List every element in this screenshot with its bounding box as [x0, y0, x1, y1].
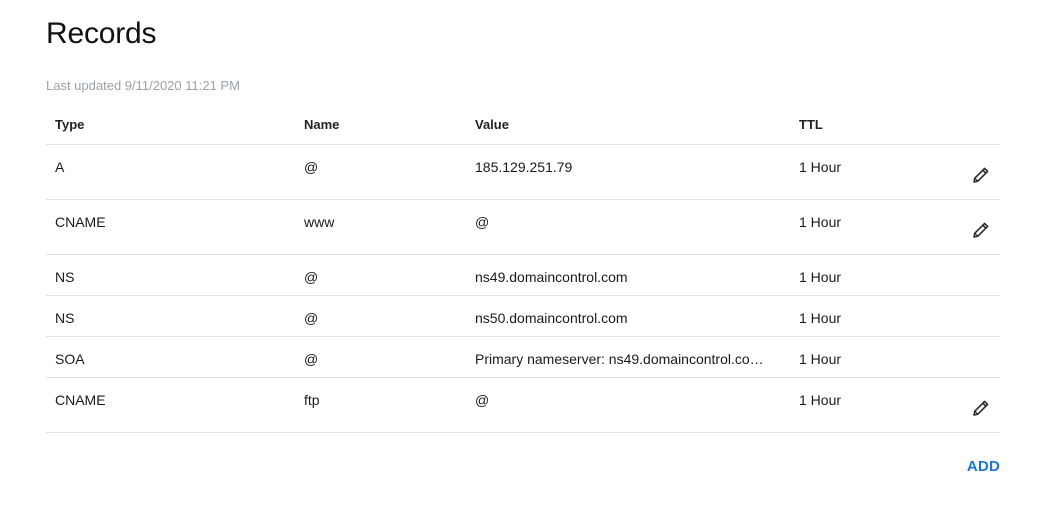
cell-name: @ [295, 254, 466, 296]
cell-name: @ [295, 336, 466, 378]
cell-name: ftp [295, 377, 466, 433]
cell-ttl: 1 Hour [790, 336, 940, 378]
record-type: A [55, 159, 65, 175]
record-value: ns50.domaincontrol.com [475, 310, 628, 326]
add-record-button[interactable]: ADD [967, 458, 1000, 475]
record-value: @ [475, 392, 490, 408]
record-name: www [304, 214, 335, 230]
cell-actions [940, 144, 1000, 200]
record-ttl: 1 Hour [799, 214, 842, 230]
column-header-name: Name [295, 104, 466, 145]
edit-record-button[interactable] [970, 164, 992, 186]
column-header-type: Type [46, 104, 295, 145]
record-ttl: 1 Hour [799, 159, 842, 175]
table-row: A @ 185.129.251.79 1 Hour [46, 144, 1000, 200]
cell-ttl: 1 Hour [790, 254, 940, 296]
record-type: NS [55, 269, 75, 285]
record-value: Primary nameserver: ns49.domaincontrol.c… [475, 351, 764, 367]
record-type: CNAME [55, 392, 106, 408]
table-row: NS @ ns50.domaincontrol.com 1 Hour [46, 295, 1000, 337]
record-ttl: 1 Hour [799, 310, 842, 326]
record-value: ns49.domaincontrol.com [475, 269, 628, 285]
table-header-row: Type Name Value TTL [46, 104, 1000, 145]
record-name: ftp [304, 392, 320, 408]
pencil-icon [973, 400, 989, 416]
cell-type: CNAME [46, 377, 295, 433]
cell-value: @ [466, 377, 790, 433]
cell-name: @ [295, 295, 466, 337]
edit-record-button[interactable] [970, 219, 992, 241]
column-header-value: Value [466, 104, 790, 145]
cell-type: SOA [46, 336, 295, 378]
cell-ttl: 1 Hour [790, 144, 940, 200]
record-type: CNAME [55, 214, 106, 230]
cell-ttl: 1 Hour [790, 199, 940, 255]
last-updated-text: Last updated 9/11/2020 11:21 PM [46, 78, 240, 93]
edit-record-button[interactable] [970, 397, 992, 419]
cell-ttl: 1 Hour [790, 295, 940, 337]
page-title: Records [46, 17, 157, 50]
cell-value: @ [466, 199, 790, 255]
cell-type: A [46, 144, 295, 200]
table-row: CNAME www @ 1 Hour [46, 199, 1000, 255]
cell-actions [940, 199, 1000, 255]
pencil-icon [973, 167, 989, 183]
cell-value: ns49.domaincontrol.com [466, 254, 790, 296]
record-value: 185.129.251.79 [475, 159, 573, 175]
cell-name: @ [295, 144, 466, 200]
cell-actions [940, 336, 1000, 378]
record-name: @ [304, 269, 319, 285]
cell-type: NS [46, 295, 295, 337]
record-ttl: 1 Hour [799, 269, 842, 285]
cell-actions [940, 254, 1000, 296]
pencil-icon [973, 222, 989, 238]
cell-type: CNAME [46, 199, 295, 255]
column-header-actions [940, 104, 1000, 145]
column-header-ttl: TTL [790, 104, 940, 145]
cell-name: www [295, 199, 466, 255]
record-value: @ [475, 214, 490, 230]
record-type: NS [55, 310, 75, 326]
table-row: CNAME ftp @ 1 Hour [46, 377, 1000, 433]
cell-type: NS [46, 254, 295, 296]
cell-actions [940, 295, 1000, 337]
cell-value: ns50.domaincontrol.com [466, 295, 790, 337]
record-type: SOA [55, 351, 85, 367]
dns-records-table: Type Name Value TTL A @ 185.129.251.79 1… [46, 104, 1000, 433]
record-ttl: 1 Hour [799, 392, 842, 408]
table-row: SOA @ Primary nameserver: ns49.domaincon… [46, 336, 1000, 378]
record-name: @ [304, 310, 319, 326]
cell-value: Primary nameserver: ns49.domaincontrol.c… [466, 336, 790, 378]
cell-ttl: 1 Hour [790, 377, 940, 433]
cell-actions [940, 377, 1000, 433]
record-ttl: 1 Hour [799, 351, 842, 367]
table-row: NS @ ns49.domaincontrol.com 1 Hour [46, 254, 1000, 296]
cell-value: 185.129.251.79 [466, 144, 790, 200]
record-name: @ [304, 351, 319, 367]
record-name: @ [304, 159, 319, 175]
